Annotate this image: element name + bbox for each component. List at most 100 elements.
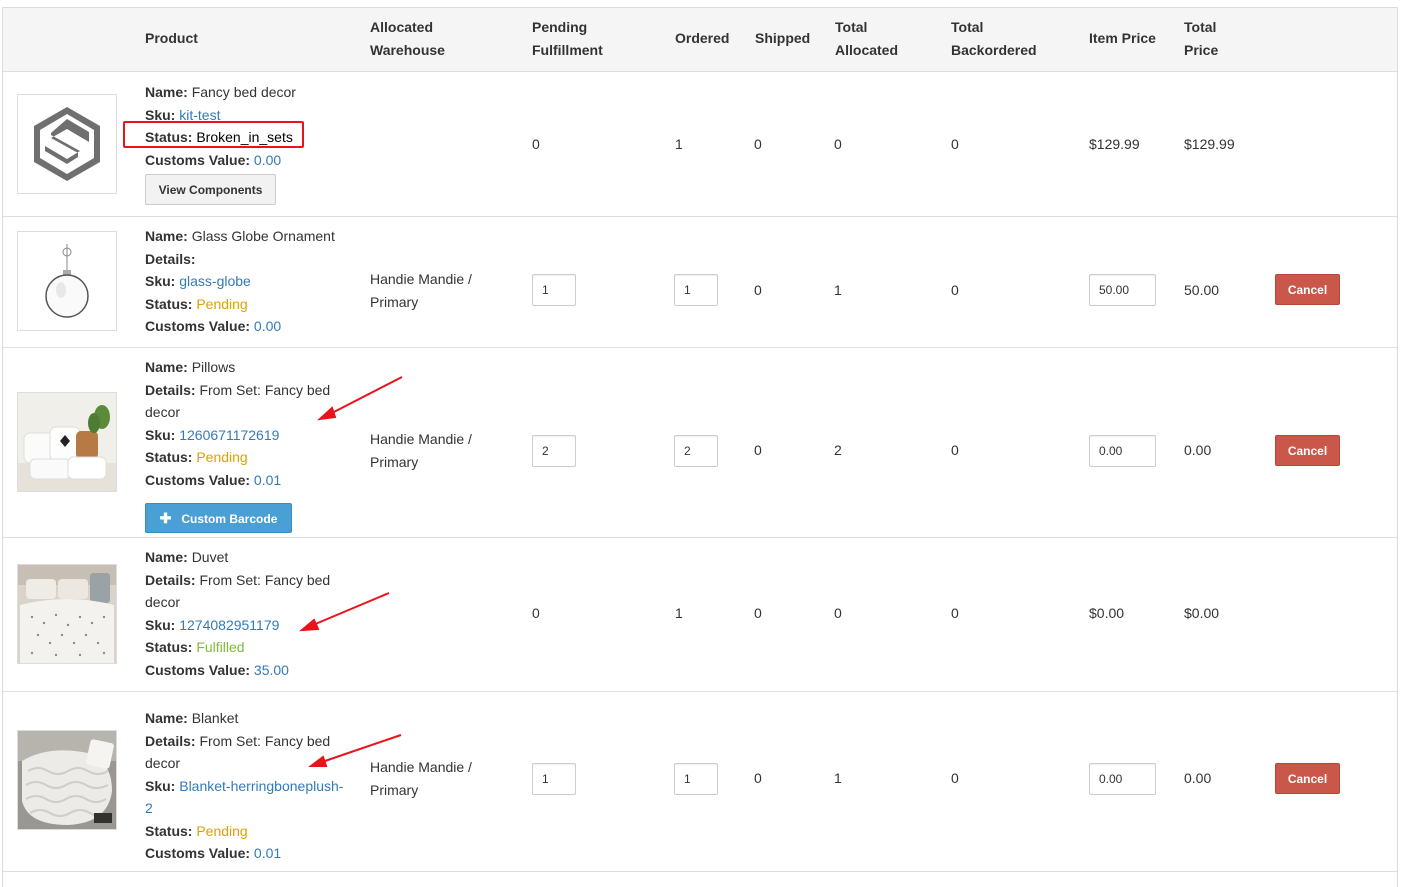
details-value-continued: decor bbox=[145, 755, 181, 771]
status-line: Status: Fulfilled bbox=[145, 636, 345, 659]
product-name-line: Name: Glass Globe Ornament bbox=[145, 225, 345, 248]
details-value-continued: decor bbox=[145, 404, 181, 420]
header-text: Backordered bbox=[951, 42, 1037, 58]
cancel-button[interactable]: Cancel bbox=[1275, 435, 1340, 466]
pending-value: 0 bbox=[532, 605, 540, 621]
customs-value[interactable]: 0.01 bbox=[254, 845, 281, 861]
sku-link[interactable]: glass-globe bbox=[179, 273, 251, 289]
details-line: Details: From Set: Fancy bed bbox=[145, 379, 345, 402]
total-allocated-value: 1 bbox=[834, 770, 842, 786]
pending-fulfillment-input[interactable] bbox=[532, 435, 576, 467]
view-components-button[interactable]: View Components bbox=[145, 174, 276, 205]
product-info: Name: Glass Globe Ornament Details: Sku:… bbox=[145, 225, 345, 338]
label: Customs Value: bbox=[145, 151, 251, 168]
total-price-value: 0.00 bbox=[1184, 442, 1212, 458]
customs-value[interactable]: 35.00 bbox=[254, 662, 289, 678]
warehouse-text: Handie Mandie / bbox=[370, 431, 472, 447]
ornament-icon bbox=[17, 231, 117, 331]
label: Status: bbox=[145, 639, 193, 655]
sku-link-continued[interactable]: 2 bbox=[145, 797, 350, 820]
sku-line: Sku: Blanket-herringboneplush- bbox=[145, 775, 350, 798]
ordered-input[interactable] bbox=[674, 274, 718, 306]
warehouse-text: Primary bbox=[370, 453, 419, 470]
status-value: Pending bbox=[196, 295, 248, 312]
cancel-button[interactable]: Cancel bbox=[1275, 763, 1340, 794]
table-row: Name: Pillows Details: From Set: Fancy b… bbox=[3, 348, 1397, 538]
label: Name: bbox=[145, 228, 188, 244]
product-name-line: Name: Blanket bbox=[145, 707, 350, 730]
status-value: Pending bbox=[196, 449, 248, 465]
pending-fulfillment-input[interactable] bbox=[532, 274, 576, 306]
plus-icon: ✚ bbox=[159, 509, 172, 526]
shipped-value: 0 bbox=[754, 136, 762, 152]
details-value: From Set: Fancy bed bbox=[199, 732, 331, 749]
header-total-backordered: Total Backordered bbox=[951, 16, 1037, 62]
header-text: Price bbox=[1184, 42, 1219, 58]
total-allocated-value: 0 bbox=[834, 136, 842, 152]
label: Name: bbox=[145, 710, 188, 726]
product-name-line: Name: Fancy bed decor bbox=[145, 81, 345, 104]
total-price-value: 0.00 bbox=[1184, 770, 1212, 786]
table-row: Name: Blanket Details: From Set: Fancy b… bbox=[3, 692, 1397, 872]
sku-line: Sku: 1274082951179 bbox=[145, 614, 345, 637]
customs-line: Customs Value: 0.01 bbox=[145, 842, 350, 865]
label: Details: bbox=[145, 381, 196, 398]
label: Details: bbox=[145, 571, 196, 588]
header-text: Total bbox=[835, 19, 868, 35]
details-value-continued: decor bbox=[145, 594, 181, 610]
header-pending-fulfillment: Pending Fulfillment bbox=[532, 16, 603, 62]
pending-fulfillment-input[interactable] bbox=[532, 763, 576, 795]
details-line: Details: From Set: Fancy bed bbox=[145, 569, 345, 592]
header-text: Total bbox=[951, 19, 984, 35]
ordered-input[interactable] bbox=[674, 435, 718, 467]
customs-line: Customs Value: 0.01 bbox=[145, 469, 345, 492]
allocated-warehouse: Handie Mandie / Primary bbox=[370, 756, 472, 801]
item-price-value: $129.99 bbox=[1089, 136, 1140, 152]
shipped-value: 0 bbox=[754, 770, 762, 786]
total-backordered-value: 0 bbox=[951, 442, 959, 458]
label: Customs Value: bbox=[145, 661, 251, 678]
label: Name: bbox=[145, 549, 188, 565]
ordered-value: 1 bbox=[675, 605, 683, 621]
item-price-input[interactable] bbox=[1089, 435, 1156, 467]
product-name: Duvet bbox=[191, 549, 229, 565]
blanket-photo-icon bbox=[17, 730, 117, 830]
pending-value: 0 bbox=[532, 136, 540, 152]
product-name-line: Name: Duvet bbox=[145, 546, 345, 569]
label: Customs Value: bbox=[145, 318, 251, 334]
product-name: Fancy bed decor bbox=[191, 84, 296, 100]
product-info: Name: Pillows Details: From Set: Fancy b… bbox=[145, 356, 345, 491]
item-price-input[interactable] bbox=[1089, 274, 1156, 306]
sku-link[interactable]: 1260671172619 bbox=[179, 427, 279, 443]
table-row: Name: Glass Globe Ornament Details: Sku:… bbox=[3, 217, 1397, 348]
ordered-input[interactable] bbox=[674, 763, 718, 795]
label: Status: bbox=[145, 295, 193, 312]
total-backordered-value: 0 bbox=[951, 136, 959, 152]
duvet-photo-icon bbox=[17, 564, 117, 664]
customs-value[interactable]: 0.00 bbox=[254, 318, 281, 334]
total-price-value: $0.00 bbox=[1184, 605, 1220, 621]
customs-value[interactable]: 0.01 bbox=[254, 472, 281, 488]
status-line: Status: Pending bbox=[145, 820, 350, 843]
total-backordered-value: 0 bbox=[951, 605, 959, 621]
header-text: Warehouse bbox=[370, 42, 445, 58]
total-backordered-value: 0 bbox=[951, 282, 959, 298]
warehouse-text: Handie Mandie / bbox=[370, 271, 472, 287]
total-allocated-value: 2 bbox=[834, 442, 842, 458]
details-value: From Set: Fancy bed bbox=[199, 381, 331, 398]
total-price-value: $129.99 bbox=[1184, 136, 1235, 152]
custom-barcode-button[interactable]: ✚ Custom Barcode bbox=[145, 503, 292, 533]
label: Sku: bbox=[145, 426, 176, 443]
cancel-button[interactable]: Cancel bbox=[1275, 274, 1340, 305]
sku-link[interactable]: 1274082951179 bbox=[179, 617, 279, 633]
customs-value[interactable]: 0.00 bbox=[254, 152, 281, 168]
header-text: Total bbox=[1184, 19, 1217, 35]
sku-link[interactable]: Blanket-herringboneplush- bbox=[179, 778, 343, 794]
status-value: Pending bbox=[196, 822, 248, 839]
details-value: From Set: Fancy bed bbox=[199, 571, 331, 588]
total-allocated-value: 1 bbox=[834, 282, 842, 298]
customs-line: Customs Value: 0.00 bbox=[145, 149, 345, 172]
item-price-input[interactable] bbox=[1089, 763, 1156, 795]
custom-barcode-label: Custom Barcode bbox=[181, 511, 278, 526]
header-shipped: Shipped bbox=[755, 30, 811, 46]
